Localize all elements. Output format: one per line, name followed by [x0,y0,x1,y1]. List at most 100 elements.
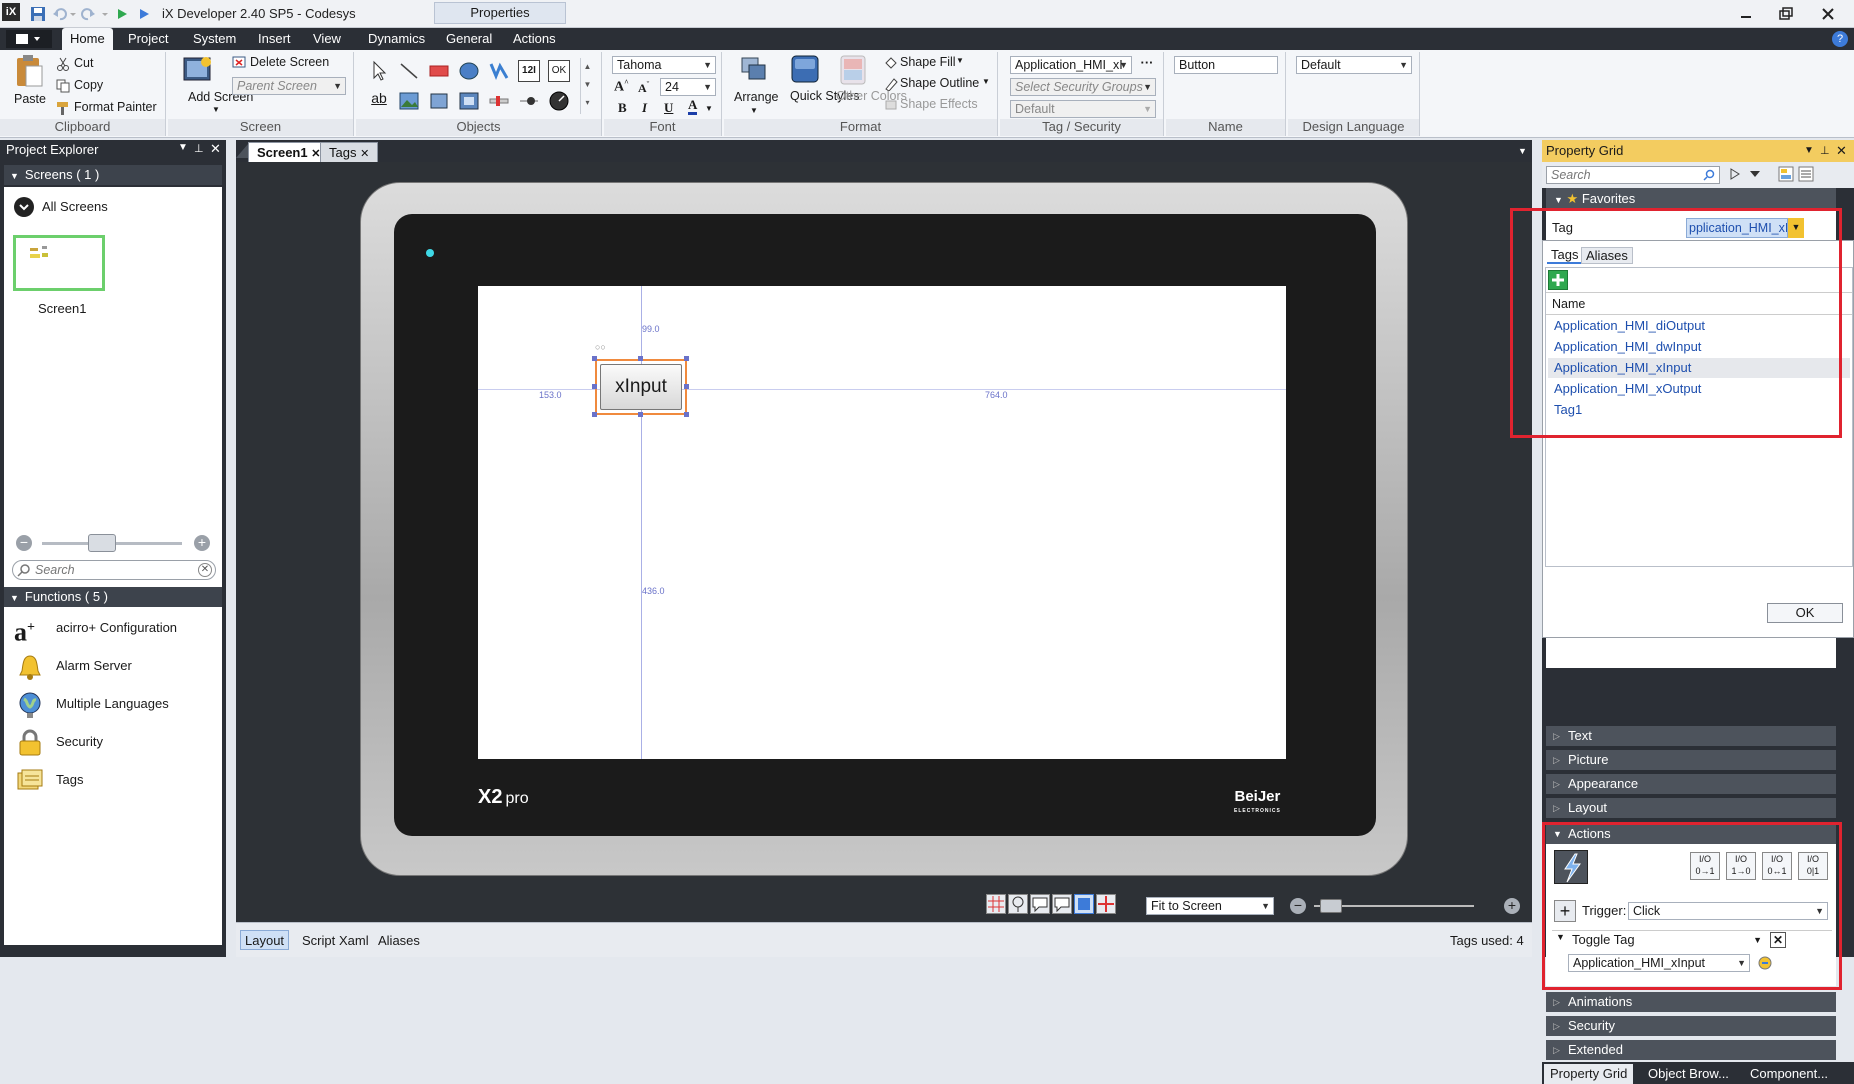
shape-fill-dropdown-icon[interactable]: ▼ [956,56,964,65]
close-tab-icon[interactable]: ✕ [360,148,369,160]
font-size-combo[interactable]: 24 ▼ [660,78,716,96]
quick-styles-icon[interactable] [790,54,820,86]
panel-dropdown-icon[interactable]: ▼ [178,142,188,153]
slider-object-icon[interactable] [488,90,510,112]
script-view-tab[interactable]: Script [302,933,335,948]
add-screen-dropdown-icon[interactable]: ▼ [212,105,220,114]
delete-screen-icon[interactable] [232,56,246,70]
resize-handle[interactable] [684,412,689,417]
bottom-tab-object-browser[interactable]: Object Brow... [1644,1064,1733,1084]
rectangle-icon[interactable] [428,60,450,82]
close-window-button[interactable] [1812,4,1844,24]
format-painter-button[interactable]: Format Painter [74,100,157,114]
xaml-view-tab[interactable]: Xaml [339,933,369,948]
all-screens-label[interactable]: All Screens [42,199,108,214]
categorized-view-icon[interactable] [1778,166,1794,182]
screen-object-icon[interactable] [428,90,450,112]
tab-screen1[interactable]: Screen1 ✕ [248,142,330,162]
tab-insert[interactable]: Insert [250,28,299,50]
bold-icon[interactable]: B [618,100,627,116]
tag-browse-button[interactable]: ··· [1138,56,1156,74]
font-color-dropdown-icon[interactable]: ▼ [705,104,713,113]
app-icon[interactable]: iX [2,3,20,21]
screen1-label[interactable]: Screen1 [38,301,86,316]
text-toggle-icon[interactable] [1052,894,1072,914]
shape-fill-button[interactable]: Shape Fill [900,55,956,69]
explorer-search-input[interactable]: Search ✕ [12,560,216,580]
rotate-handle-icon[interactable]: ○○ [595,342,606,352]
pin-icon[interactable]: ⊥ [194,142,204,155]
text-object-icon[interactable]: ab [368,90,390,112]
meter-icon[interactable] [548,90,570,112]
filter-dropdown-icon[interactable] [1748,167,1762,181]
restore-button[interactable] [1770,4,1802,24]
undo-icon[interactable] [52,6,68,22]
tab-project[interactable]: Project [120,28,176,50]
shape-outline-button[interactable]: Shape Outline [900,76,979,90]
resize-handle[interactable] [592,412,597,417]
next-result-icon[interactable] [1728,167,1742,181]
button-object-icon[interactable]: OK [548,60,570,82]
cut-icon[interactable] [56,57,70,71]
close-panel-icon[interactable]: ✕ [210,141,221,157]
arrange-icon[interactable] [740,56,768,84]
picture-icon[interactable] [398,90,420,112]
comment-toggle-icon[interactable] [1030,894,1050,914]
resize-handle[interactable] [592,384,597,389]
help-icon[interactable]: ? [1832,31,1848,47]
add-screen-icon[interactable] [182,54,214,84]
functions-section-header[interactable]: ▼ Functions ( 5 ) [4,587,222,607]
file-menu-button[interactable] [6,30,52,48]
favorites-header[interactable]: ▼ ★ Favorites [1546,188,1836,210]
function-multiple-languages[interactable]: Multiple Languages [12,689,222,719]
simulate-icon[interactable] [136,6,152,22]
canvas-zoom-out-icon[interactable]: − [1290,898,1306,914]
analog-numeric-icon[interactable]: 12I [518,60,540,82]
line-icon[interactable] [398,60,420,82]
screen-surface[interactable] [478,286,1286,759]
popup-ok-button[interactable]: OK [1767,603,1843,623]
ellipse-icon[interactable] [458,60,480,82]
delete-screen-button[interactable]: Delete Screen [250,55,329,69]
tab-system[interactable]: System [185,28,244,50]
xinput-button[interactable]: xInput [600,364,682,410]
function-tags[interactable]: Tags [12,765,222,795]
design-language-combo[interactable]: Default ▼ [1296,56,1412,74]
tab-view[interactable]: View [305,28,349,50]
canvas-zoom-handle[interactable] [1320,899,1342,913]
tab-list-dropdown-icon[interactable]: ▼ [1518,146,1527,156]
category-security[interactable]: ▷ Security [1546,1016,1836,1036]
cut-button[interactable]: Cut [74,56,93,70]
grow-font-icon[interactable]: A^ [614,78,629,96]
polyline-icon[interactable] [488,60,510,82]
save-icon[interactable] [30,6,46,22]
pointer-icon[interactable] [368,60,390,82]
redo-icon[interactable] [80,6,96,22]
bottom-tab-property-grid[interactable]: Property Grid [1544,1064,1634,1084]
zoom-mode-combo[interactable]: Fit to Screen ▼ [1146,897,1274,915]
category-picture[interactable]: ▷ Picture [1546,750,1836,770]
italic-icon[interactable]: I [642,100,647,116]
paste-button[interactable]: Paste [14,92,46,106]
shrink-font-icon[interactable]: Aˇ [638,80,649,96]
copy-button[interactable]: Copy [74,78,103,92]
resize-handle[interactable] [592,356,597,361]
objects-scroll[interactable]: ▲ ▼ ▾ [580,58,594,114]
tab-general[interactable]: General [438,28,500,50]
tab-actions[interactable]: Actions [505,28,564,50]
close-panel-icon[interactable]: ✕ [1836,140,1847,162]
run-icon[interactable] [114,6,130,22]
name-input[interactable]: Button [1174,56,1278,74]
category-text[interactable]: ▷ Text [1546,726,1836,746]
clear-search-icon[interactable]: ✕ [198,563,212,577]
bottom-tab-components[interactable]: Component... [1746,1064,1832,1084]
function-acirro-configuration[interactable]: a+ acirro+ Configuration [12,613,222,645]
underline-icon[interactable]: U [664,100,673,116]
zoom-in-icon[interactable]: + [194,535,210,551]
symbol-icon[interactable] [458,90,480,112]
tooltip-toggle-icon[interactable] [1008,894,1028,914]
security-groups-combo[interactable]: Select Security Groups ▼ [1010,78,1156,96]
category-extended[interactable]: ▷ Extended [1546,1040,1836,1060]
tab-tags[interactable]: Tags ✕ [320,142,379,162]
all-screens-chevron-icon[interactable] [14,197,34,217]
